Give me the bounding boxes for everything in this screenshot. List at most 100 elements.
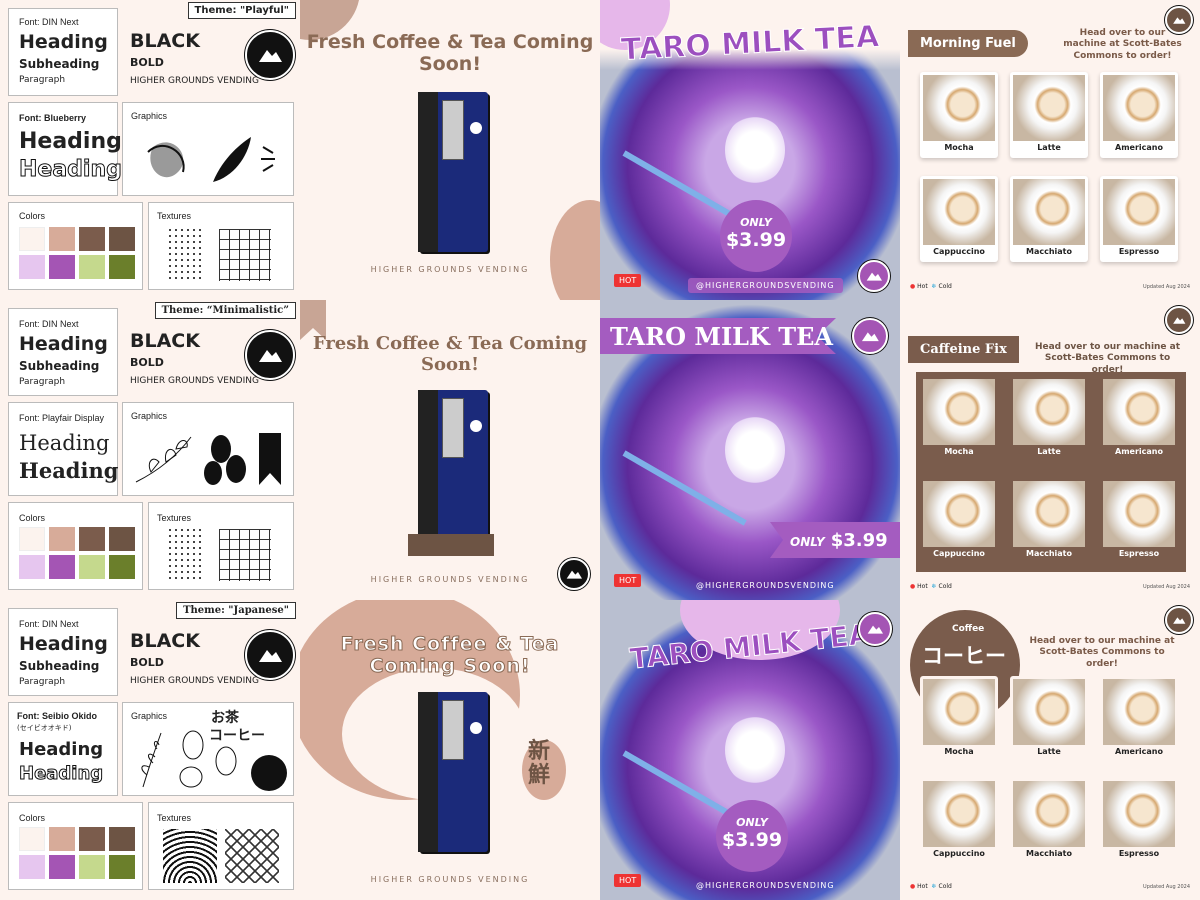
promo-playful: Fresh Coffee & Tea Coming Soon! HIGHER G… <box>300 0 600 300</box>
menu-tab: Caffeine Fix <box>908 336 1019 363</box>
color-swatch <box>19 255 45 279</box>
font-box: Font: DIN Next Heading Subheading Paragr… <box>8 608 118 696</box>
color-swatch <box>79 227 105 251</box>
style-guide-playful: Theme: "Playful" Font: DIN Next Heading … <box>0 0 300 300</box>
brand-logo <box>858 260 890 292</box>
colors-box: Colors <box>8 502 143 590</box>
color-swatch <box>109 527 135 551</box>
updated-date: Updated Aug 2024 <box>1143 584 1190 590</box>
menu-item[interactable]: Cappuccino <box>920 478 998 564</box>
color-swatch <box>79 855 105 879</box>
promo-caption: HIGHER GROUNDS VENDING <box>370 875 530 884</box>
menu-hint: Head over to our machine at Scott-Bates … <box>1034 342 1181 375</box>
decor-ribbon <box>408 534 494 556</box>
menu-item[interactable]: Latte <box>1010 676 1088 762</box>
price-badge: ONLY $3.99 <box>716 800 788 872</box>
coffee-photo <box>1103 379 1175 445</box>
promo-caption: HIGHER GROUNDS VENDING <box>370 575 530 584</box>
menu-item[interactable]: Espresso <box>1100 176 1178 262</box>
legend: ● Hot ❄ Cold <box>910 883 952 890</box>
brand-logo <box>1165 606 1193 634</box>
menu-minimalistic: Caffeine Fix Head over to our machine at… <box>900 300 1200 600</box>
color-swatch <box>109 255 135 279</box>
menu-item[interactable]: Cappuccino <box>920 176 998 262</box>
promo-minimalistic: Fresh Coffee & Tea Coming Soon! HIGHER G… <box>300 300 600 600</box>
dot-texture <box>167 227 203 283</box>
updated-date: Updated Aug 2024 <box>1143 884 1190 890</box>
coffee-photo <box>923 781 995 847</box>
graphics-icons <box>147 137 275 182</box>
menu-tab: Morning Fuel <box>908 30 1028 57</box>
style-guide-minimalistic: Theme: “Minimalistic” Font: DIN Next Hea… <box>0 300 300 600</box>
menu-item[interactable]: Latte <box>1010 72 1088 158</box>
social-handle: @HIGHERGROUNDSVENDING <box>688 278 843 293</box>
menu-japanese: Coffee コーヒー Head over to our machine at … <box>900 600 1200 900</box>
color-swatch <box>79 255 105 279</box>
coffee-photo <box>923 75 995 141</box>
graphics-icons <box>135 433 281 485</box>
coffee-photo <box>1013 75 1085 141</box>
brand-logo <box>852 318 888 354</box>
color-swatch <box>19 555 45 579</box>
menu-playful: Morning Fuel Head over to our machine at… <box>900 0 1200 300</box>
menu-item[interactable]: Mocha <box>920 72 998 158</box>
menu-item[interactable]: Macchiato <box>1010 778 1088 864</box>
menu-item[interactable]: Mocha <box>920 376 998 462</box>
hot-badge: HOT <box>614 874 642 887</box>
color-swatch <box>19 855 45 879</box>
menu-item[interactable]: Americano <box>1100 376 1178 462</box>
updated-date: Updated Aug 2024 <box>1143 284 1190 290</box>
menu-item[interactable]: Macchiato <box>1010 478 1088 564</box>
price-badge: ONLY $3.99 <box>720 200 792 272</box>
menu-item[interactable]: Mocha <box>920 676 998 762</box>
menu-item[interactable]: Americano <box>1100 676 1178 762</box>
coffee-photo <box>1013 379 1085 445</box>
brand-logo <box>245 630 295 680</box>
menu-item[interactable]: Macchiato <box>1010 176 1088 262</box>
theme-tag: Theme: "Japanese" <box>176 602 296 619</box>
asanoha-texture <box>225 829 279 883</box>
menu-item[interactable]: Espresso <box>1100 478 1178 564</box>
font-box: Font: DIN Next Heading Subheading Paragr… <box>8 308 118 396</box>
coffee-photo <box>1013 679 1085 745</box>
coffee-photo <box>923 679 995 745</box>
dot-texture <box>167 527 203 583</box>
social-handle: @HIGHERGROUNDSVENDING <box>696 581 835 590</box>
color-swatch <box>19 527 45 551</box>
coffee-photo <box>1103 481 1175 547</box>
coffee-photo <box>1103 679 1175 745</box>
vending-machine <box>418 692 488 852</box>
menu-tab-jp: コーヒー <box>922 644 1006 668</box>
color-swatch <box>49 255 75 279</box>
menu-tab: Coffee <box>952 624 985 634</box>
legend: ● Hot ❄ Cold <box>910 283 952 290</box>
menu-item[interactable]: Espresso <box>1100 778 1178 864</box>
legend: ● Hot ❄ Cold <box>910 583 952 590</box>
font2-box: Font: Blueberry Heading Heading <box>8 102 122 196</box>
menu-item[interactable]: Americano <box>1100 72 1178 158</box>
grid-texture <box>219 229 271 281</box>
theme-tag: Theme: "Playful" <box>187 2 296 19</box>
brand-logo <box>245 30 295 80</box>
social-handle: @HIGHERGROUNDSVENDING <box>696 881 835 890</box>
color-swatch <box>79 527 105 551</box>
foam <box>725 415 785 485</box>
brand-logo <box>858 612 892 646</box>
taro-ad-japanese: TARO MILK TEA ONLY $3.99 HOT @HIGHERGROU… <box>600 600 900 900</box>
brand-logo <box>558 558 590 590</box>
color-swatch <box>49 827 75 851</box>
graphics-box: Graphics <box>122 402 294 496</box>
coffee-photo <box>1013 481 1085 547</box>
colors-box: Colors <box>8 802 143 890</box>
menu-item[interactable]: Cappuccino <box>920 778 998 864</box>
coffee-photo <box>923 179 995 245</box>
menu-item[interactable]: Latte <box>1010 376 1088 462</box>
font-box: Font: DIN Next Heading Subheading Paragr… <box>8 8 118 96</box>
coffee-photo <box>1103 781 1175 847</box>
color-swatch <box>109 855 135 879</box>
promo-title: Fresh Coffee & Tea Coming Soon! <box>306 31 594 75</box>
coffee-photo <box>1103 179 1175 245</box>
color-swatch <box>19 827 45 851</box>
graphics-box: Graphics お茶 コーヒー <box>122 702 294 796</box>
color-swatch <box>49 855 75 879</box>
